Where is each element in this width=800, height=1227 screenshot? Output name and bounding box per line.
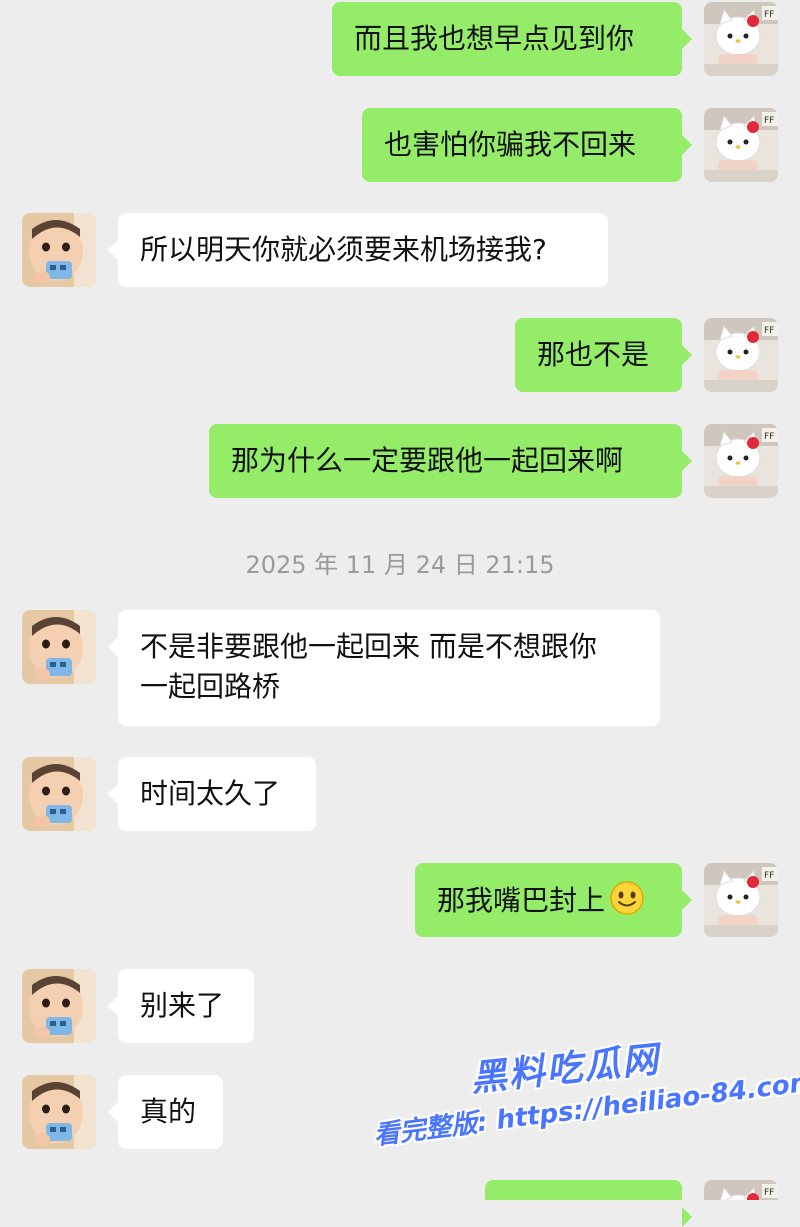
message-bubble-received[interactable]: 所以明天你就必须要来机场接我? [108, 213, 608, 287]
message-text-line: 一起回路桥 [140, 670, 281, 703]
message-text: 时间太久了 [140, 777, 281, 810]
message-bubble-sent[interactable]: 而且我也想早点见到你 [332, 2, 692, 76]
chat-timestamp: 2025 年 11 月 24 日 21:15 [245, 551, 555, 579]
message-text: 那为什么一定要跟他一起回来啊 [231, 444, 624, 477]
smile-emoji-icon [609, 880, 645, 916]
hello-kitty-avatar-icon[interactable] [704, 318, 778, 392]
message-bubble-sent[interactable] [485, 1180, 692, 1227]
baby-avatar-icon[interactable] [22, 610, 96, 684]
message-text: 那也不是 [537, 338, 650, 371]
message-bubble-sent[interactable]: 那我嘴巴封上 [415, 863, 692, 937]
message-bubble-received[interactable]: 真的 [108, 1075, 223, 1149]
message-text: 也害怕你骗我不回来 [384, 128, 637, 161]
message-bubble-received[interactable]: 时间太久了 [108, 757, 316, 831]
baby-avatar-icon[interactable] [22, 969, 96, 1043]
message-bubble-sent[interactable]: 那也不是 [515, 318, 692, 392]
message-text: 别来了 [140, 989, 225, 1022]
message-bubble-sent[interactable]: 也害怕你骗我不回来 [362, 108, 692, 182]
hello-kitty-avatar-icon[interactable] [704, 863, 778, 937]
message-text: 那我嘴巴封上 [437, 884, 606, 917]
baby-avatar-icon[interactable] [22, 213, 96, 287]
message-text: 所以明天你就必须要来机场接我? [140, 233, 547, 266]
message-text-line: 不是非要跟他一起回来 而是不想跟你 [140, 630, 597, 663]
hello-kitty-avatar-icon[interactable] [704, 2, 778, 76]
message-text: 真的 [140, 1095, 197, 1128]
baby-avatar-icon[interactable] [22, 757, 96, 831]
message-bubble-received[interactable]: 不是非要跟他一起回来 而是不想跟你 一起回路桥 [108, 610, 660, 726]
baby-avatar-icon[interactable] [22, 1075, 96, 1149]
message-bubble-sent[interactable]: 那为什么一定要跟他一起回来啊 [209, 424, 692, 498]
message-bubble-received[interactable]: 别来了 [108, 969, 254, 1043]
hello-kitty-avatar-icon[interactable] [704, 1180, 778, 1200]
hello-kitty-avatar-icon[interactable] [704, 424, 778, 498]
message-text: 而且我也想早点见到你 [354, 22, 635, 55]
hello-kitty-avatar-icon[interactable] [704, 108, 778, 182]
